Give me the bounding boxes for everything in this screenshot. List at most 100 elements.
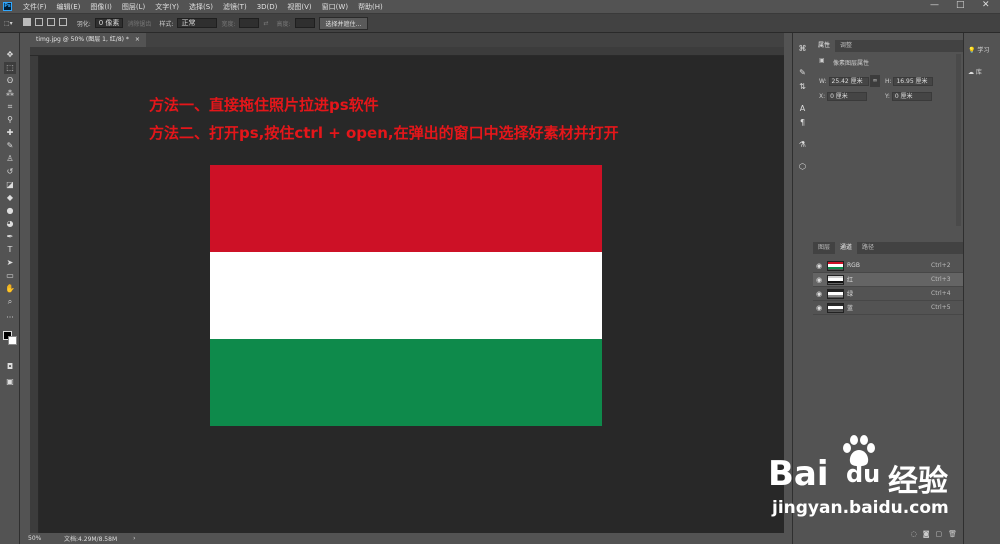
screen-mode-icon[interactable]: ▣ bbox=[4, 376, 16, 388]
h-label: H: bbox=[885, 78, 892, 85]
3d-panel-icon[interactable]: ⬡ bbox=[797, 161, 808, 172]
brush-tool-icon[interactable]: ✎ bbox=[4, 140, 16, 152]
right-panel-column: 💡 学习 ☁ 库 bbox=[963, 33, 1000, 544]
delete-channel-icon[interactable]: 🗑 bbox=[948, 530, 957, 538]
dodge-tool-icon[interactable]: ◕ bbox=[4, 218, 16, 230]
menu-3d[interactable]: 3D(D) bbox=[252, 3, 283, 11]
new-channel-icon[interactable]: ▢ bbox=[935, 530, 942, 538]
status-menu-arrow-icon[interactable]: › bbox=[133, 535, 135, 542]
style-select[interactable]: 正常 bbox=[177, 18, 218, 28]
menu-image[interactable]: 图像(I) bbox=[85, 2, 117, 12]
brand-du-text: du bbox=[846, 460, 881, 488]
paint-bucket-icon[interactable]: ◆ bbox=[4, 192, 16, 204]
height-input[interactable] bbox=[294, 18, 315, 28]
document-tab-title: timg.jpg @ 50% (图层 1, 红/8) * bbox=[36, 36, 129, 43]
visibility-eye-icon[interactable]: ◉ bbox=[816, 304, 824, 312]
close-tab-icon[interactable]: × bbox=[135, 36, 140, 43]
eyedropper-icon[interactable]: ⚲ bbox=[4, 114, 16, 126]
zoom-level[interactable]: 50% bbox=[28, 535, 58, 542]
width-input[interactable] bbox=[239, 18, 260, 28]
visibility-eye-icon[interactable]: ◉ bbox=[816, 276, 824, 284]
feather-label: 羽化: bbox=[76, 20, 91, 28]
eraser-tool-icon[interactable]: ◪ bbox=[4, 179, 16, 191]
tab-layers[interactable]: 图层 bbox=[813, 242, 835, 254]
tab-paths[interactable]: 路径 bbox=[857, 242, 879, 254]
menu-select[interactable]: 选择(S) bbox=[184, 2, 218, 12]
channel-thumbnail bbox=[827, 274, 844, 285]
y-field[interactable]: 0 厘米 bbox=[891, 92, 932, 101]
x-label: X: bbox=[819, 93, 826, 100]
selection-mode-icons[interactable] bbox=[21, 18, 69, 28]
type-tool-icon[interactable]: T bbox=[4, 244, 16, 256]
clone-stamp-icon[interactable]: ♙ bbox=[4, 153, 16, 165]
healing-brush-icon[interactable]: ✚ bbox=[4, 127, 16, 139]
feather-input[interactable]: 0 像素 bbox=[94, 18, 124, 28]
more-tools-icon[interactable]: ··· bbox=[4, 312, 16, 324]
link-dimensions-icon[interactable]: ∞ bbox=[870, 75, 880, 87]
visibility-eye-icon[interactable]: ◉ bbox=[816, 290, 824, 298]
menu-filter[interactable]: 滤镜(T) bbox=[218, 2, 252, 12]
adjustments-icon[interactable]: ⇅ bbox=[797, 81, 808, 92]
move-tool-icon[interactable]: ✥ bbox=[4, 49, 16, 61]
paragraph-panel-icon[interactable]: ¶ bbox=[797, 117, 808, 128]
w-field[interactable]: 25.42 厘米 bbox=[828, 77, 869, 86]
channel-row-rgb[interactable]: ◉ RGB Ctrl+2 bbox=[813, 259, 963, 273]
swap-icon[interactable]: ⇄ bbox=[263, 20, 268, 27]
shape-tool-icon[interactable]: ▭ bbox=[4, 270, 16, 282]
menu-type[interactable]: 文字(Y) bbox=[150, 2, 184, 12]
learn-panel-button[interactable]: 💡 学习 bbox=[968, 45, 989, 54]
channels-bottom-bar: ◌ ◙ ▢ 🗑 bbox=[813, 528, 963, 540]
crop-tool-icon[interactable]: ⌗ bbox=[4, 101, 16, 113]
menu-edit[interactable]: 编辑(E) bbox=[52, 2, 86, 12]
x-field[interactable]: 0 厘米 bbox=[827, 92, 868, 101]
tab-channels[interactable]: 通道 bbox=[835, 242, 858, 254]
path-select-icon[interactable]: ➤ bbox=[4, 257, 16, 269]
zoom-tool-icon[interactable]: ⌕ bbox=[4, 296, 16, 308]
tab-adjustments[interactable]: 调整 bbox=[835, 40, 857, 52]
brush-settings-icon[interactable]: ✎ bbox=[797, 67, 808, 78]
height-row: H: 16.95 厘米 bbox=[885, 77, 934, 86]
background-color-swatch[interactable] bbox=[8, 336, 17, 345]
antialias-checkbox[interactable]: 消除锯齿 bbox=[127, 19, 151, 28]
magic-wand-icon[interactable]: ⁂ bbox=[4, 88, 16, 100]
save-selection-icon[interactable]: ◙ bbox=[923, 530, 930, 538]
blur-tool-icon[interactable]: ● bbox=[4, 205, 16, 217]
properties-scrollbar[interactable] bbox=[956, 54, 961, 226]
menu-window[interactable]: 窗口(W) bbox=[317, 2, 353, 12]
load-selection-icon[interactable]: ◌ bbox=[911, 530, 917, 538]
channel-shortcut: Ctrl+5 bbox=[931, 304, 951, 311]
select-and-mask-button[interactable]: 选择并遮住... bbox=[318, 16, 369, 30]
menu-file[interactable]: 文件(F) bbox=[18, 2, 52, 12]
h-field[interactable]: 16.95 厘米 bbox=[893, 77, 934, 86]
lasso-tool-icon[interactable]: ʘ bbox=[4, 75, 16, 87]
channel-row-green[interactable]: ◉ 绿 Ctrl+4 bbox=[813, 287, 963, 301]
history-panel-icon[interactable]: ⌘ bbox=[797, 43, 808, 54]
libraries-icon[interactable]: ⚗ bbox=[797, 139, 808, 150]
minimize-button[interactable]: — bbox=[930, 0, 939, 10]
close-window-button[interactable]: ✕ bbox=[982, 0, 990, 10]
channel-row-red[interactable]: ◉ 红 Ctrl+3 bbox=[813, 273, 963, 287]
pen-tool-icon[interactable]: ✒ bbox=[4, 231, 16, 243]
width-row: W: 25.42 厘米 bbox=[819, 77, 869, 86]
menu-view[interactable]: 视图(V) bbox=[282, 2, 316, 12]
visibility-eye-icon[interactable]: ◉ bbox=[816, 262, 824, 270]
channel-row-blue[interactable]: ◉ 蓝 Ctrl+5 bbox=[813, 301, 963, 315]
hand-tool-icon[interactable]: ✋ bbox=[4, 283, 16, 295]
history-brush-icon[interactable]: ↺ bbox=[4, 166, 16, 178]
pixel-layer-icon: ▣ bbox=[819, 57, 825, 64]
menu-layer[interactable]: 图层(L) bbox=[117, 2, 150, 12]
channel-thumbnail bbox=[827, 302, 844, 313]
library-panel-button[interactable]: ☁ 库 bbox=[968, 67, 982, 76]
document-tab-row: timg.jpg @ 50% (图层 1, 红/8) * × bbox=[30, 33, 784, 47]
flag-image[interactable] bbox=[210, 165, 602, 426]
brand-cn-text: 经验 bbox=[888, 464, 948, 499]
menu-help[interactable]: 帮助(H) bbox=[353, 2, 388, 12]
canvas-area[interactable]: 方法一、直接拖住照片拉进ps软件 方法二、打开ps,按住ctrl + open,… bbox=[39, 56, 784, 533]
document-tab[interactable]: timg.jpg @ 50% (图层 1, 红/8) * × bbox=[30, 33, 146, 47]
marquee-tool-icon[interactable]: ⬚ bbox=[4, 62, 16, 74]
character-panel-icon[interactable]: A bbox=[797, 103, 808, 114]
tab-properties[interactable]: 属性 bbox=[813, 40, 836, 52]
marquee-tool-preset-icon[interactable]: ⬚▾ bbox=[4, 20, 13, 27]
quick-mask-icon[interactable]: ◘ bbox=[4, 361, 16, 373]
maximize-button[interactable]: □ bbox=[956, 0, 965, 10]
